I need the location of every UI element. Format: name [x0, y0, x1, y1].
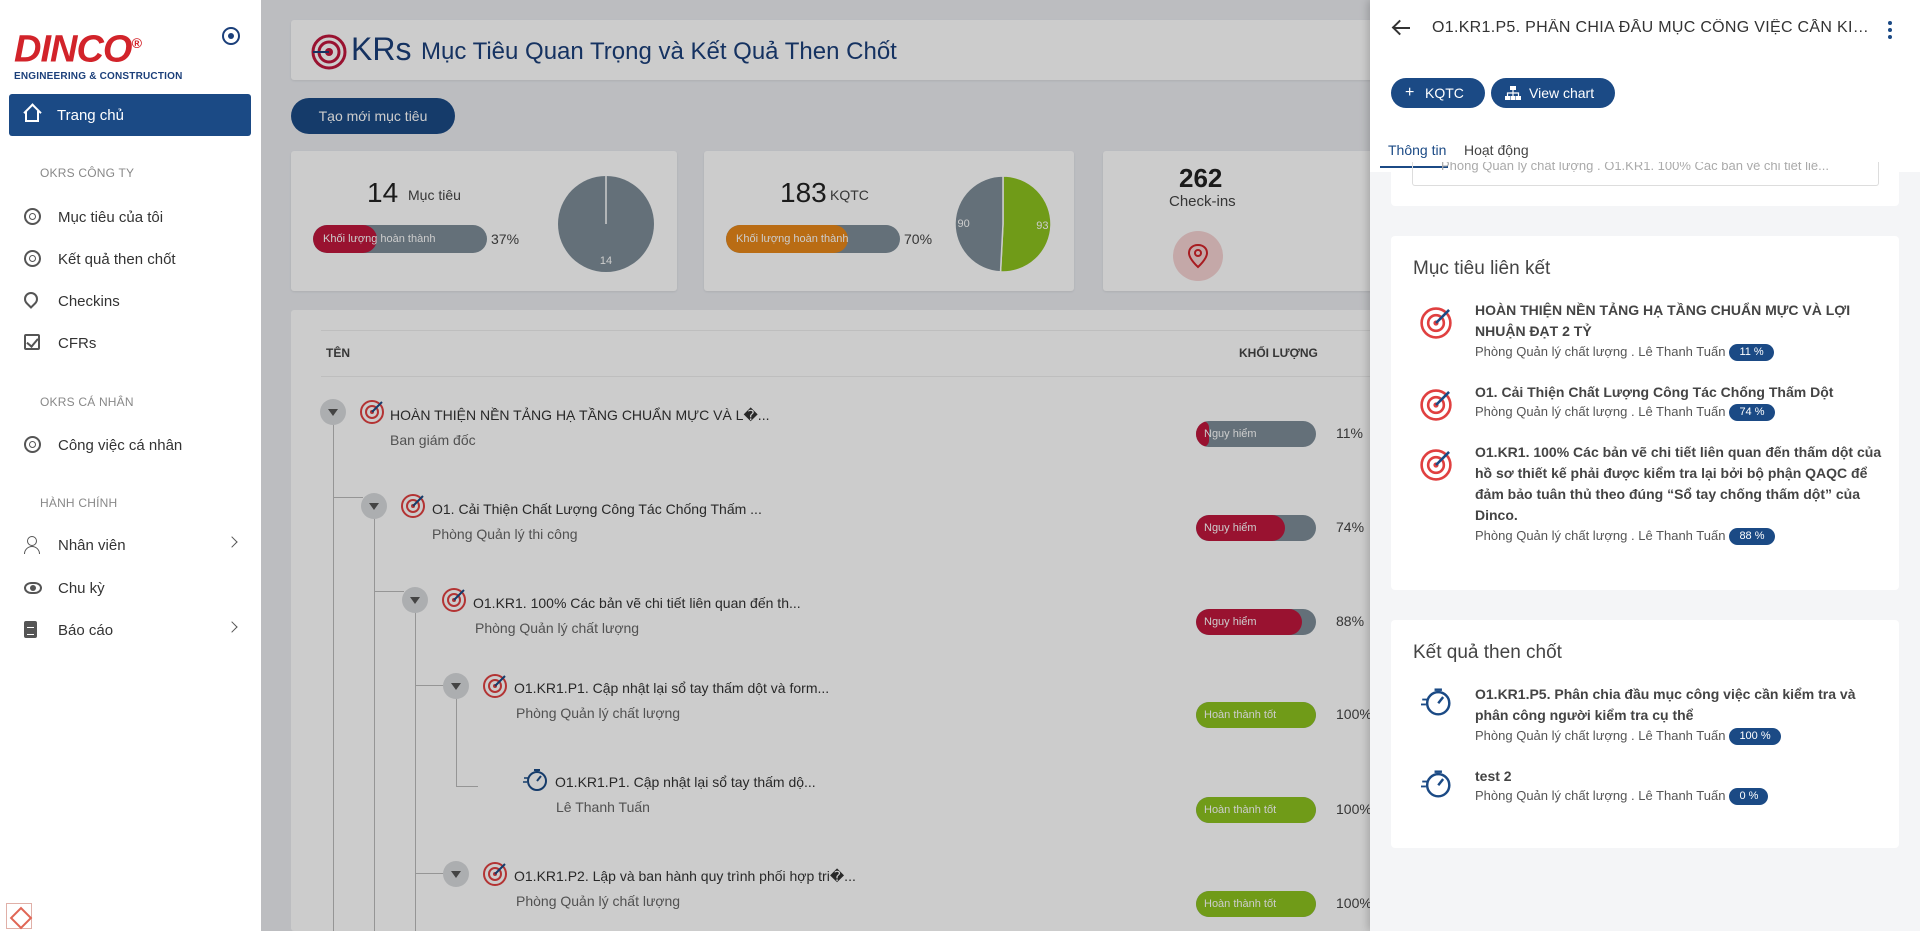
target-icon [24, 208, 41, 225]
progress-badge: 74 % [1729, 404, 1775, 422]
sidebar-item-label: Mục tiêu của tôi [58, 208, 164, 226]
owner-text: Phòng Quản lý chất lượng . Lê Thanh Tuấn [1475, 404, 1726, 419]
target-icon [24, 436, 41, 453]
sidebar-item-key-results[interactable]: Kết quả then chốt [24, 244, 244, 274]
sidebar-item-label: CFRs [58, 334, 97, 352]
kr-title: test 2 [1475, 768, 1512, 784]
sidebar-item-cfrs[interactable]: CFRs [24, 328, 244, 358]
logo-name: DINCO [14, 28, 132, 71]
sidebar-item-home[interactable]: Trang chủ [9, 94, 251, 136]
detail-drawer: O1.KR1.P5. PHÂN CHIA ĐẦU MỤC CÔNG VIỆC C… [1370, 0, 1920, 931]
checkbox-icon [24, 334, 40, 350]
dinco-logo[interactable]: DINCO® ENGINEERING & CONSTRUCTION [14, 24, 206, 82]
parent-kr-field[interactable]: Phòng Quản lý chất lượng . O1.KR1. 100% … [1412, 162, 1879, 186]
more-options-icon[interactable] [1886, 21, 1894, 41]
progress-badge: 11 % [1729, 344, 1774, 362]
objective-target-icon [1420, 389, 1452, 421]
timer-icon [1421, 688, 1451, 716]
sidebar-item-label: Báo cáo [58, 621, 114, 639]
laravel-icon[interactable] [6, 903, 32, 929]
objective-target-icon [1420, 307, 1452, 339]
sidebar-item-cycles[interactable]: Chu kỳ [24, 573, 244, 603]
sidebar-item-label: Chu kỳ [58, 579, 105, 597]
owner-text: Phòng Quản lý chất lượng . Lê Thanh Tuấn [1475, 788, 1726, 803]
progress-badge: 88 % [1729, 528, 1775, 546]
owner-text: Phòng Quản lý chất lượng . Lê Thanh Tuấn [1475, 344, 1726, 359]
sidebar-section-personal: OKRS CÁ NHÂN [40, 395, 134, 409]
sidebar-item-employees[interactable]: Nhân viên [24, 530, 244, 560]
users-icon [24, 536, 44, 554]
owner-text: Phòng Quản lý chất lượng . Lê Thanh Tuấn [1475, 728, 1726, 743]
linked-objectives-card: Mục tiêu liên kết HOÀN THIỆN NỀN TẢNG HẠ… [1391, 236, 1899, 590]
tab-activity[interactable]: Hoạt động [1464, 142, 1529, 158]
sidebar-item-label: Trang chủ [57, 106, 124, 124]
linked-title: O1. Cải Thiện Chất Lượng Công Tác Chống … [1475, 384, 1834, 400]
drawer-title: O1.KR1.P5. PHÂN CHIA ĐẦU MỤC CÔNG VIỆC C… [1432, 19, 1872, 36]
timer-icon [1421, 770, 1451, 798]
info-card-bottom: Phòng Quản lý chất lượng . O1.KR1. 100% … [1391, 162, 1899, 206]
sidebar-item-label: Nhân viên [58, 536, 126, 554]
plus-icon: + [1405, 84, 1415, 101]
objective-target-icon [1420, 449, 1452, 481]
add-kqtc-button[interactable]: + KQTC [1391, 78, 1485, 108]
sidebar: DINCO® ENGINEERING & CONSTRUCTION Trang … [0, 0, 261, 931]
logo-registered: ® [131, 35, 141, 51]
sidebar-item-personal-tasks[interactable]: Công việc cá nhân [24, 430, 244, 460]
location-pin-icon [24, 292, 38, 309]
view-chart-button[interactable]: View chart [1491, 78, 1615, 108]
sidebar-item-label: Công việc cá nhân [58, 436, 183, 454]
linked-meta: Phòng Quản lý chất lượng . Lê Thanh Tuấn… [1475, 404, 1775, 422]
progress-badge: 100 % [1729, 728, 1781, 746]
eye-icon [24, 582, 42, 594]
progress-badge: 0 % [1729, 788, 1769, 806]
chevron-right-icon [226, 536, 238, 548]
sidebar-section-company: OKRS CÔNG TY [40, 166, 135, 180]
kr-meta: Phòng Quản lý chất lượng . Lê Thanh Tuấn… [1475, 728, 1781, 746]
linked-objective-item[interactable]: HOÀN THIỆN NỀN TẢNG HẠ TẦNG CHUẨN MỰC VÀ… [1413, 300, 1883, 362]
sidebar-item-label: Kết quả then chốt [58, 250, 176, 268]
sidebar-item-reports[interactable]: Báo cáo [24, 615, 244, 645]
settings-icon[interactable] [222, 27, 240, 45]
back-arrow-icon[interactable] [1392, 20, 1412, 36]
linked-title: O1.KR1. 100% Các bản vẽ chi tiết liên qu… [1475, 444, 1882, 523]
button-label: View chart [1529, 85, 1595, 101]
linked-meta: Phòng Quản lý chất lượng . Lê Thanh Tuấn… [1475, 528, 1775, 546]
key-results-card: Kết quả then chốt O1.KR1.P5. Phân chia đ… [1391, 620, 1899, 848]
key-result-item[interactable]: test 2 Phòng Quản lý chất lượng . Lê Tha… [1413, 766, 1883, 806]
logo-subtitle: ENGINEERING & CONSTRUCTION [14, 70, 183, 82]
sidebar-item-label: Checkins [58, 292, 120, 310]
sidebar-item-my-objectives[interactable]: Mục tiêu của tôi [24, 202, 244, 232]
kr-title: O1.KR1.P5. Phân chia đầu mục công việc c… [1475, 686, 1856, 723]
drawer-header: O1.KR1.P5. PHÂN CHIA ĐẦU MỤC CÔNG VIỆC C… [1370, 0, 1920, 172]
kr-meta: Phòng Quản lý chất lượng . Lê Thanh Tuấn… [1475, 788, 1769, 806]
tab-info[interactable]: Thông tin [1388, 142, 1446, 158]
linked-objective-item[interactable]: O1.KR1. 100% Các bản vẽ chi tiết liên qu… [1413, 442, 1883, 552]
chevron-right-icon [226, 621, 238, 633]
linked-meta: Phòng Quản lý chất lượng . Lê Thanh Tuấn… [1475, 344, 1774, 362]
sidebar-item-checkins[interactable]: Checkins [24, 286, 244, 316]
document-icon [24, 621, 37, 638]
owner-text: Phòng Quản lý chất lượng . Lê Thanh Tuấn [1475, 528, 1726, 543]
target-icon [24, 250, 41, 267]
key-result-item[interactable]: O1.KR1.P5. Phân chia đầu mục công việc c… [1413, 684, 1883, 746]
button-label: KQTC [1425, 85, 1464, 101]
org-chart-icon [1505, 86, 1521, 100]
home-icon [23, 105, 41, 123]
sidebar-section-admin: HÀNH CHÍNH [40, 496, 118, 510]
card-heading: Kết quả then chốt [1413, 642, 1562, 663]
linked-objective-item[interactable]: O1. Cải Thiện Chất Lượng Công Tác Chống … [1413, 382, 1883, 422]
linked-title: HOÀN THIỆN NỀN TẢNG HẠ TẦNG CHUẨN MỰC VÀ… [1475, 302, 1851, 339]
card-heading: Mục tiêu liên kết [1413, 258, 1551, 279]
